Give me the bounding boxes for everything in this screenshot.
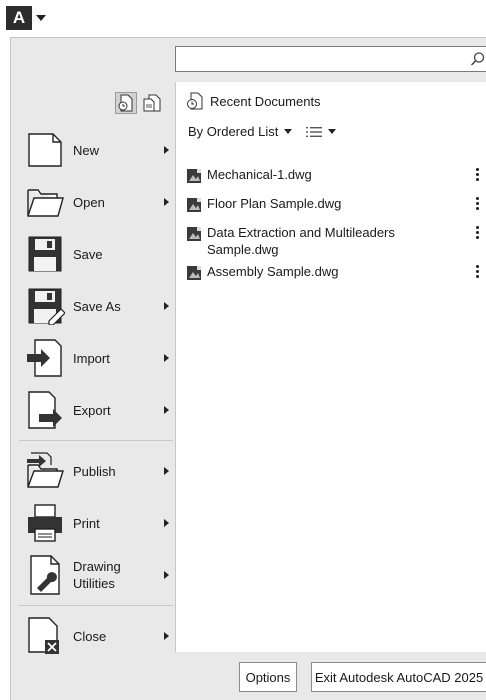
order-dropdown-label: By Ordered List	[188, 124, 279, 139]
sort-controls: By Ordered List	[188, 124, 337, 139]
menu-item-label: Export	[73, 402, 111, 418]
more-options-icon[interactable]	[476, 226, 480, 239]
more-options-icon[interactable]	[476, 265, 480, 278]
menu-item-import[interactable]: Import	[11, 332, 173, 384]
recent-documents-icon	[118, 94, 133, 112]
more-options-icon[interactable]	[476, 197, 480, 210]
recent-file-list: Mechanical-1.dwg Floor Plan Sample.dwg D…	[186, 166, 486, 292]
recent-documents-icon	[187, 92, 203, 110]
recent-file-name: Data Extraction and Multileaders Sample.…	[207, 225, 395, 257]
publish-icon	[25, 450, 65, 492]
dwg-file-icon	[187, 198, 201, 212]
new-document-icon	[25, 129, 65, 171]
submenu-arrow-icon	[164, 198, 169, 206]
application-menu-button[interactable]: A	[6, 4, 46, 32]
autocad-logo-icon: A	[6, 6, 32, 30]
options-button[interactable]: Options	[239, 662, 297, 692]
submenu-arrow-icon	[164, 467, 169, 475]
dwg-file-icon	[187, 169, 201, 183]
menu-item-export[interactable]: Export	[11, 384, 173, 436]
submenu-arrow-icon	[164, 632, 169, 640]
search-icon[interactable]	[470, 51, 486, 67]
printer-icon	[25, 502, 65, 544]
recent-documents-toggle[interactable]	[115, 92, 137, 114]
submenu-arrow-icon	[164, 571, 169, 579]
menu-item-save-as[interactable]: Save As	[11, 280, 173, 332]
order-dropdown[interactable]: By Ordered List	[188, 124, 293, 139]
search-input[interactable]	[175, 46, 486, 72]
chevron-down-icon	[328, 129, 337, 134]
chevron-down-icon	[284, 129, 293, 134]
drawing-utilities-icon	[25, 554, 65, 596]
menu-item-label: Open	[73, 194, 105, 210]
save-disk-icon	[25, 233, 65, 275]
menu-item-label: Print	[73, 515, 100, 531]
submenu-arrow-icon	[164, 302, 169, 310]
open-documents-icon	[143, 94, 161, 112]
open-documents-toggle[interactable]	[141, 92, 163, 114]
menu-item-close[interactable]: Close	[11, 610, 173, 662]
menu-separator	[19, 605, 173, 606]
dwg-file-icon	[187, 227, 201, 241]
recent-file-name: Floor Plan Sample.dwg	[207, 196, 342, 211]
list-view-icon	[306, 126, 323, 137]
application-menu-list: New Open Save Save As Import Export Publ…	[11, 124, 173, 662]
recent-file-name: Mechanical-1.dwg	[207, 167, 312, 182]
menu-item-label: New	[73, 142, 100, 158]
menu-item-drawing-utilities[interactable]: Drawing Utilities	[11, 549, 173, 601]
chevron-down-icon	[36, 15, 46, 21]
recent-file-item[interactable]: Floor Plan Sample.dwg	[186, 195, 486, 219]
menu-item-print[interactable]: Print	[11, 497, 173, 549]
recent-documents-header: Recent Documents	[186, 92, 321, 110]
more-options-icon[interactable]	[476, 168, 480, 181]
menu-item-label: Save	[73, 246, 103, 262]
menu-item-label: Publish	[73, 463, 116, 479]
export-icon	[25, 389, 65, 431]
submenu-arrow-icon	[164, 354, 169, 362]
recent-file-item[interactable]: Assembly Sample.dwg	[186, 263, 486, 287]
menu-item-save[interactable]: Save	[11, 228, 173, 280]
view-toggle-group	[115, 92, 163, 114]
dwg-file-icon	[187, 266, 201, 280]
save-as-icon	[25, 285, 65, 327]
open-folder-icon	[25, 181, 65, 223]
menu-item-publish[interactable]: Publish	[11, 445, 173, 497]
submenu-arrow-icon	[164, 406, 169, 414]
menu-item-label: Drawing Utilities	[73, 559, 121, 591]
recent-file-item[interactable]: Mechanical-1.dwg	[186, 166, 486, 190]
recent-file-name: Assembly Sample.dwg	[207, 264, 339, 279]
list-view-dropdown[interactable]	[306, 126, 337, 138]
menu-item-label: Close	[73, 628, 107, 644]
menu-item-label: Save As	[73, 298, 121, 314]
recent-file-item[interactable]: Data Extraction and Multileaders Sample.…	[186, 224, 486, 258]
recent-documents-pane: Recent Documents By Ordered List Mechani…	[175, 82, 486, 652]
import-icon	[25, 337, 65, 379]
submenu-arrow-icon	[164, 146, 169, 154]
menu-item-new[interactable]: New	[11, 124, 173, 176]
exit-application-button[interactable]: Exit Autodesk AutoCAD 2025	[311, 662, 486, 692]
application-menu-panel: New Open Save Save As Import Export Publ…	[10, 37, 486, 700]
menu-item-label: Import	[73, 350, 110, 366]
menu-item-open[interactable]: Open	[11, 176, 173, 228]
menu-separator	[19, 440, 173, 441]
recent-documents-title: Recent Documents	[210, 93, 321, 109]
submenu-arrow-icon	[164, 519, 169, 527]
close-document-icon	[25, 615, 65, 657]
